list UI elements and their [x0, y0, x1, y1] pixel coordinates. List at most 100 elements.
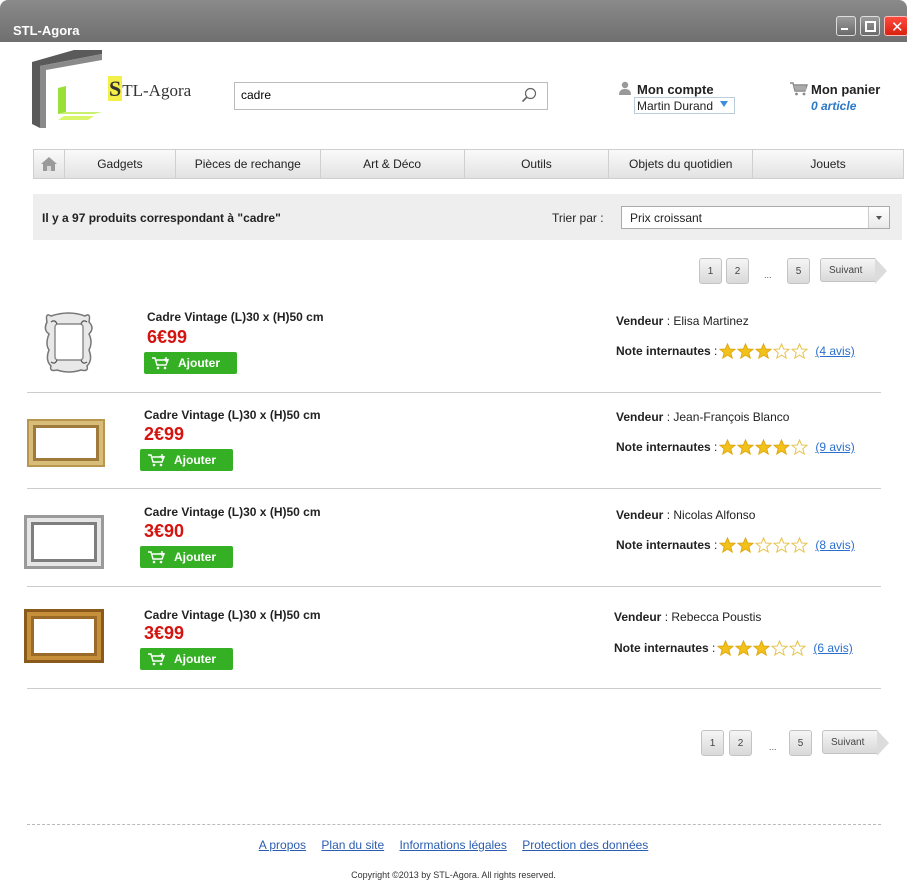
product-name[interactable]: Cadre Vintage (L)30 x (H)50 cm [147, 310, 324, 324]
product-rating: Note internautes : (8 avis) [616, 537, 855, 553]
rating-label: Note internautes [616, 440, 711, 454]
logo-initial: S [108, 76, 123, 101]
add-button-label: Ajouter [174, 453, 216, 467]
product-rating: Note internautes : (9 avis) [616, 439, 855, 455]
star-empty-icon [791, 439, 809, 455]
add-to-cart-button[interactable]: Ajouter [140, 449, 233, 471]
seller-label: Vendeur [616, 508, 664, 522]
page-5-button[interactable]: 5 [789, 730, 812, 756]
add-cart-icon [148, 653, 166, 666]
star-filled-icon [737, 537, 755, 553]
product-seller: Vendeur : Rebecca Poustis [614, 610, 762, 624]
add-to-cart-button[interactable]: Ajouter [144, 352, 237, 374]
star-filled-icon [755, 343, 773, 359]
product-price: 3€90 [144, 521, 185, 541]
star-empty-icon [755, 537, 773, 553]
nav-item-objets[interactable]: Objets du quotidien [609, 150, 754, 178]
next-page-button[interactable]: Suivant [822, 730, 889, 756]
footer-link-informations-legales[interactable]: Informations légales [399, 838, 506, 852]
seller-label: Vendeur [616, 410, 664, 424]
add-button-label: Ajouter [174, 652, 216, 666]
star-filled-icon [717, 640, 735, 656]
rating-label: Note internautes [616, 538, 711, 552]
product-seller: Vendeur : Elisa Martinez [616, 314, 749, 328]
page-1-button[interactable]: 1 [701, 730, 724, 756]
reviews-link[interactable]: (6 avis) [813, 641, 852, 655]
add-cart-icon [152, 357, 170, 370]
seller-name: Rebecca Poustis [671, 610, 762, 624]
add-to-cart-button[interactable]: Ajouter [140, 546, 233, 568]
product-row: Cadre Vintage (L)30 x (H)50 cm 2€99 Ajou… [27, 393, 881, 488]
reviews-link[interactable]: (9 avis) [815, 440, 854, 454]
close-button[interactable]: ✕ [884, 16, 907, 36]
nav-item-pieces[interactable]: Pièces de rechange [176, 150, 321, 178]
product-thumbnail[interactable] [27, 419, 105, 467]
footer-link-protection-donnees[interactable]: Protection des données [522, 838, 648, 852]
search-icon[interactable] [521, 87, 537, 103]
maximize-button[interactable] [860, 16, 880, 36]
page-2-button[interactable]: 2 [729, 730, 752, 756]
home-icon [40, 157, 57, 171]
nav-item-art-deco[interactable]: Art & Déco [321, 150, 465, 178]
star-filled-icon [737, 343, 755, 359]
product-name[interactable]: Cadre Vintage (L)30 x (H)50 cm [144, 608, 321, 622]
page-2-button[interactable]: 2 [726, 258, 749, 284]
add-button-label: Ajouter [174, 550, 216, 564]
account-user-select[interactable]: Martin Durand [634, 97, 735, 114]
cart-count: 0 article [811, 99, 857, 113]
rating-stars [717, 640, 807, 656]
footer-link-plan-du-site[interactable]: Plan du site [321, 838, 384, 852]
seller-name: Nicolas Alfonso [673, 508, 756, 522]
star-empty-icon [791, 343, 809, 359]
window-titlebar: STL-Agora ✕ [0, 0, 907, 42]
minimize-button[interactable] [836, 16, 856, 36]
next-page-button[interactable]: Suivant [820, 258, 887, 284]
nav-item-jouets[interactable]: Jouets [753, 150, 903, 178]
footer-link-a-propos[interactable]: A propos [259, 838, 306, 852]
reviews-link[interactable]: (8 avis) [815, 538, 854, 552]
product-price: 6€99 [147, 327, 188, 347]
product-rating: Note internautes : (6 avis) [614, 640, 853, 656]
star-empty-icon [773, 343, 791, 359]
product-thumbnail[interactable] [24, 609, 104, 663]
add-cart-icon [148, 551, 166, 564]
star-filled-icon [773, 439, 791, 455]
page-5-button[interactable]: 5 [787, 258, 810, 284]
page-1-button[interactable]: 1 [699, 258, 722, 284]
rating-label: Note internautes [614, 641, 709, 655]
sort-select[interactable]: Prix croissant [621, 206, 890, 229]
pagination-ellipsis: ... [764, 270, 772, 280]
window-title: STL-Agora [13, 23, 80, 38]
add-cart-icon [148, 454, 166, 467]
rating-stars [719, 343, 809, 359]
search-input[interactable] [239, 87, 503, 103]
rating-stars [719, 537, 809, 553]
cart-icon [790, 82, 808, 96]
nav-item-outils[interactable]: Outils [465, 150, 610, 178]
product-seller: Vendeur : Nicolas Alfonso [616, 508, 756, 522]
product-name[interactable]: Cadre Vintage (L)30 x (H)50 cm [144, 505, 321, 519]
chevron-down-icon[interactable] [868, 207, 889, 228]
star-empty-icon [771, 640, 789, 656]
sort-value: Prix croissant [630, 211, 703, 225]
sort-label: Trier par : [552, 211, 604, 225]
logo-text[interactable]: STL-Agora [108, 76, 191, 102]
product-price: 2€99 [144, 424, 185, 444]
rating-stars [719, 439, 809, 455]
results-bar: Il y a 97 produits correspondant à "cadr… [33, 194, 902, 240]
product-name[interactable]: Cadre Vintage (L)30 x (H)50 cm [144, 408, 321, 422]
nav-home[interactable] [34, 150, 65, 178]
product-rating: Note internautes : (4 avis) [616, 343, 855, 359]
seller-label: Vendeur [616, 314, 664, 328]
add-to-cart-button[interactable]: Ajouter [140, 648, 233, 670]
product-row: Cadre Vintage (L)30 x (H)50 cm 6€99 Ajou… [27, 296, 881, 392]
footer-divider [27, 824, 881, 825]
product-row: Cadre Vintage (L)30 x (H)50 cm 3€99 Ajou… [24, 587, 881, 688]
star-filled-icon [719, 537, 737, 553]
seller-label: Vendeur [614, 610, 662, 624]
reviews-link[interactable]: (4 avis) [815, 344, 854, 358]
product-thumbnail[interactable] [24, 515, 104, 569]
account-label: Mon compte [637, 82, 714, 97]
product-thumbnail[interactable] [43, 310, 95, 374]
nav-item-gadgets[interactable]: Gadgets [65, 150, 176, 178]
